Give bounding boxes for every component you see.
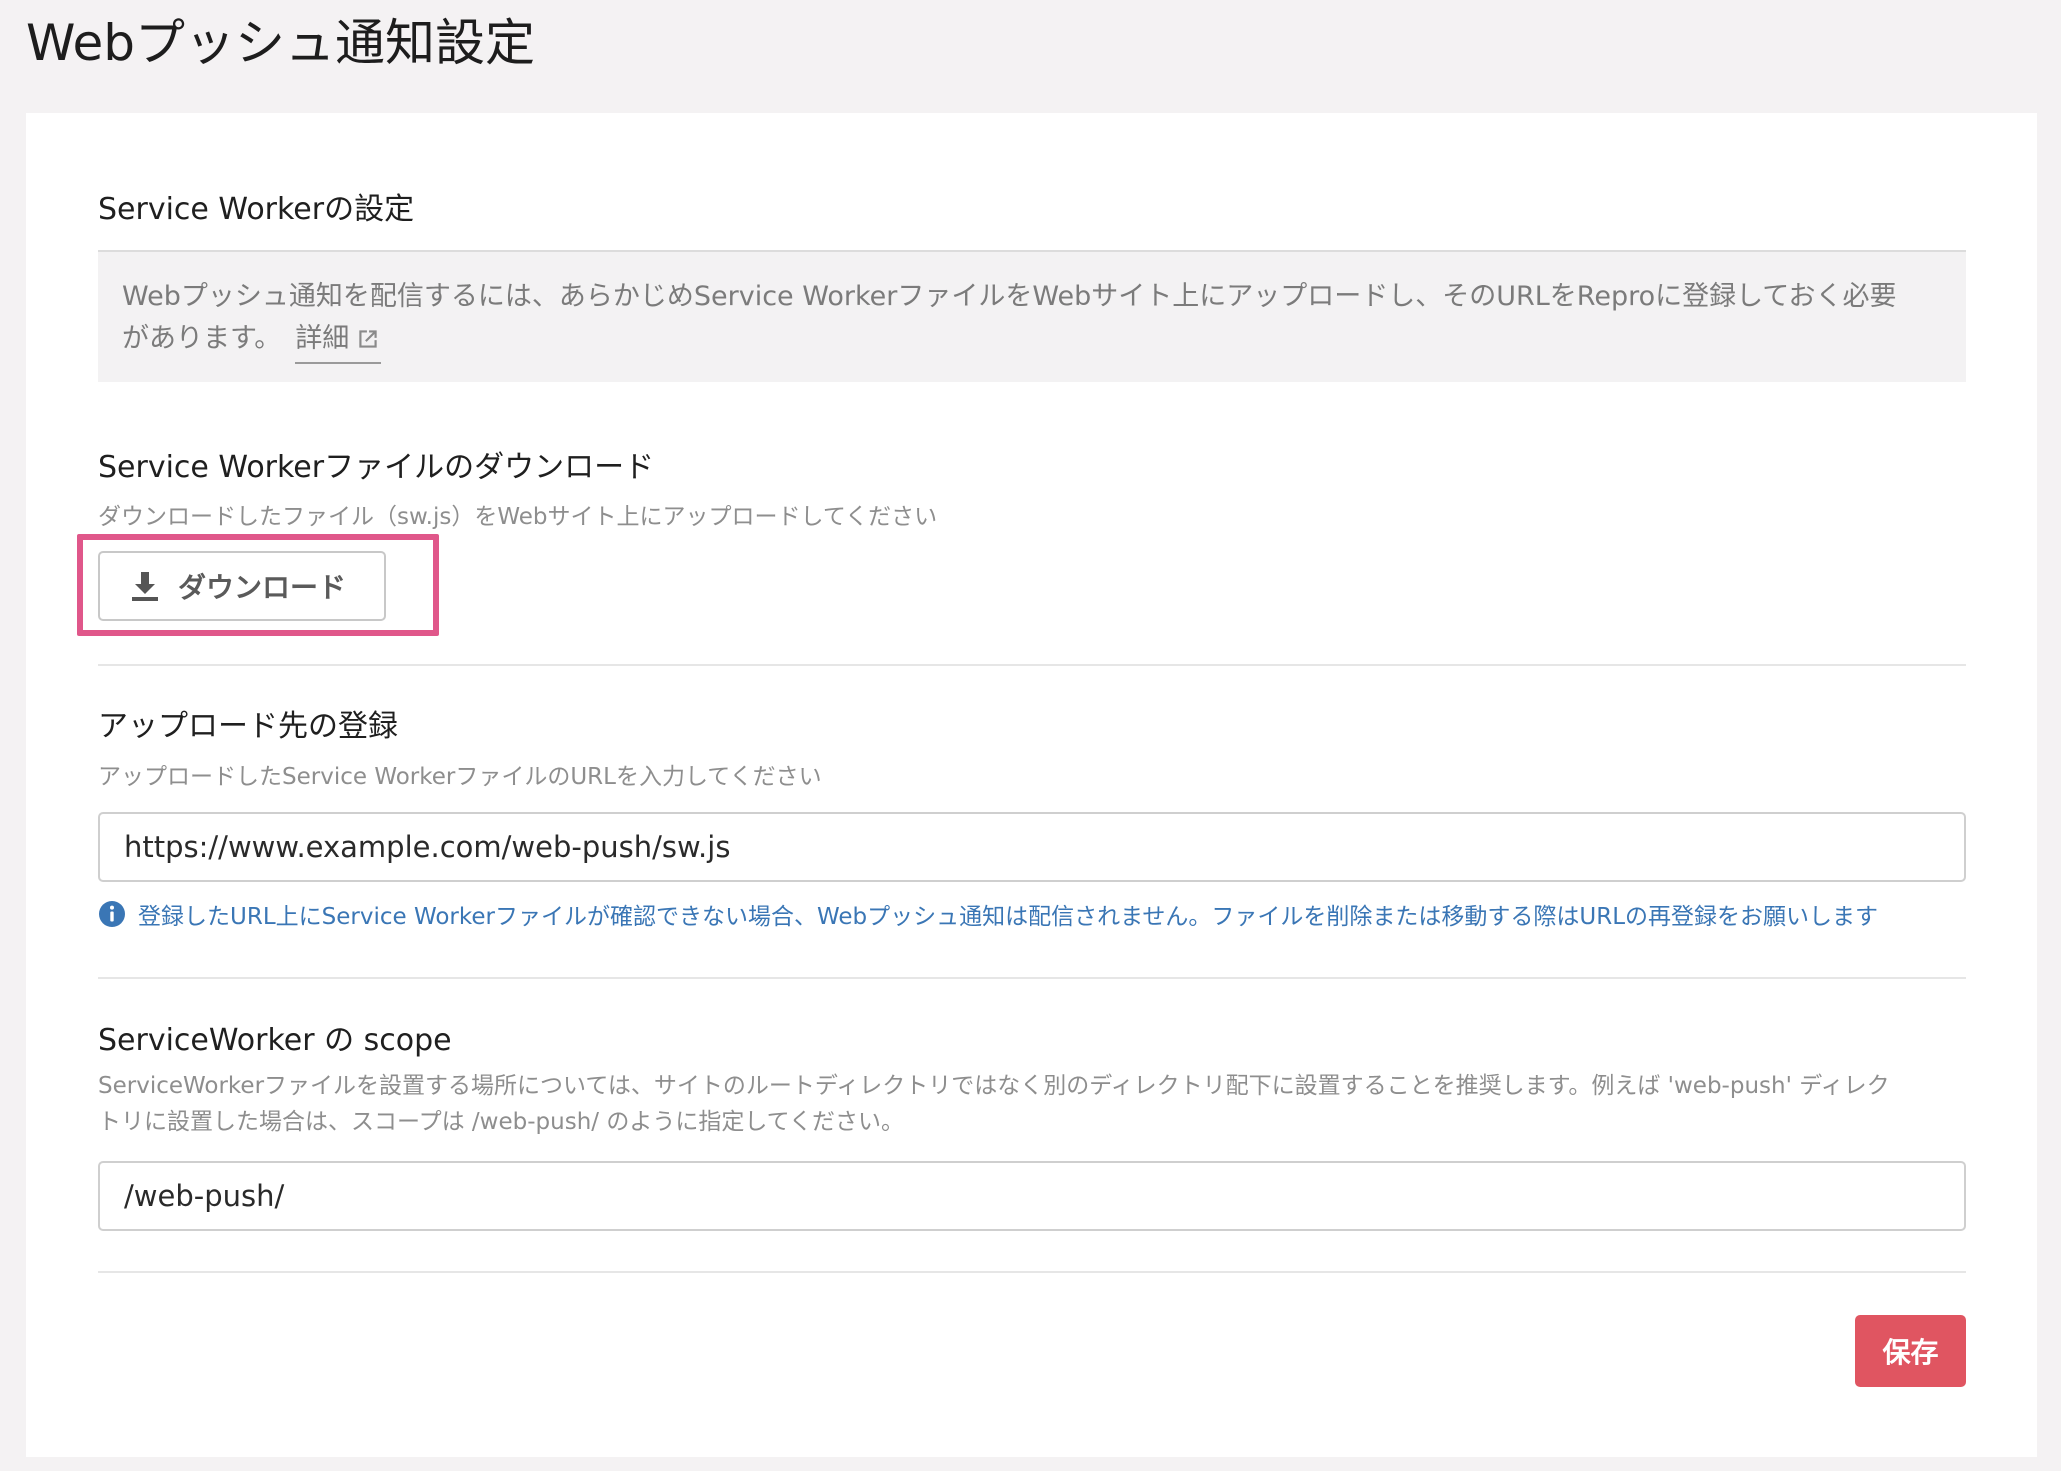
detail-link[interactable]: 詳細	[295, 318, 382, 364]
divider	[98, 664, 1966, 666]
scope-desc-line-2: トリに設置した場合は、スコープは /web-push/ のように指定してください…	[98, 1109, 904, 1135]
upload-url-input[interactable]	[98, 812, 1966, 882]
scope-section-description: ServiceWorkerファイルを設置する場所については、サイトのルートディレ…	[98, 1068, 1978, 1140]
settings-card: Service Workerの設定 Webプッシュ通知を配信するには、あらかじめ…	[26, 113, 2037, 1457]
upload-notice: 登録したURL上にService Workerファイルが確認できない場合、Web…	[98, 897, 1878, 931]
detail-link-label: 詳細	[295, 323, 350, 354]
scope-section-title: ServiceWorker の scope	[98, 1023, 452, 1058]
download-button[interactable]: ダウンロード	[98, 551, 386, 621]
service-worker-section-title: Service Workerの設定	[98, 192, 415, 227]
info-icon	[99, 901, 125, 927]
download-section-title: Service Workerファイルのダウンロード	[98, 450, 655, 485]
scope-input[interactable]	[98, 1161, 1966, 1231]
download-icon	[132, 572, 158, 601]
info-text-line-2: があります。	[122, 323, 282, 354]
upload-section-title: アップロード先の登録	[98, 709, 398, 744]
divider	[98, 977, 1966, 979]
info-text-line-1: Webプッシュ通知を配信するには、あらかじめService Workerファイル…	[122, 281, 1897, 312]
scope-desc-line-1: ServiceWorkerファイルを設置する場所については、サイトのルートディレ…	[98, 1073, 1890, 1099]
save-button[interactable]: 保存	[1855, 1315, 1966, 1387]
download-button-label: ダウンロード	[178, 571, 347, 604]
upload-section-description: アップロードしたService WorkerファイルのURLを入力してください	[98, 764, 822, 790]
upload-notice-text: 登録したURL上にService Workerファイルが確認できない場合、Web…	[138, 904, 1879, 930]
download-section-description: ダウンロードしたファイル（sw.js）をWebサイト上にアップロードしてください	[98, 504, 938, 530]
external-link-icon	[359, 330, 377, 348]
divider	[98, 1271, 1966, 1273]
service-worker-info-box: Webプッシュ通知を配信するには、あらかじめService Workerファイル…	[98, 250, 1966, 382]
page-title: Webプッシュ通知設定	[26, 14, 536, 72]
